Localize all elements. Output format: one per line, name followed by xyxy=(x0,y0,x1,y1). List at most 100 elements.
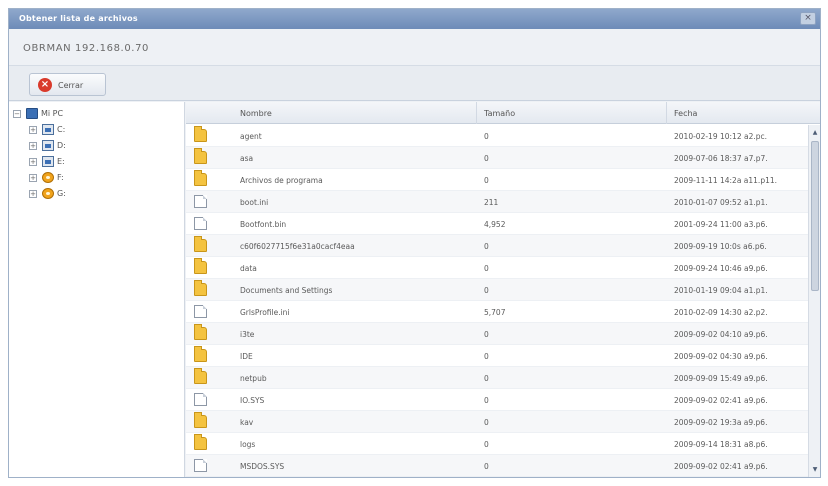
file-date-cell: 2009-09-02 04:30 a9.p6. xyxy=(674,352,768,361)
file-date-cell: 2009-09-24 10:46 a9.p6. xyxy=(674,264,768,273)
folder-icon xyxy=(194,346,207,362)
file-date-cell: 2001-09-24 11:00 a3.p6. xyxy=(674,220,768,229)
scroll-thumb[interactable] xyxy=(811,141,819,291)
table-row[interactable]: kav 0 2009-09-02 19:3a a9.p6. xyxy=(186,411,808,433)
table-row[interactable]: boot.ini 211 2010-01-07 09:52 a1.p1. xyxy=(186,191,808,213)
tree-item-drive[interactable]: + C: xyxy=(9,123,179,137)
file-date-cell: 2009-09-19 10:0s a6.p6. xyxy=(674,242,767,251)
file-list-dialog: Obtener lista de archivos × OBRMAN 192.1… xyxy=(8,8,821,478)
expand-icon[interactable]: + xyxy=(29,174,37,182)
folder-icon xyxy=(194,258,207,274)
table-row[interactable]: Archivos de programa 0 2009-11-11 14:2a a1… xyxy=(186,169,808,191)
column-header-date[interactable]: Fecha xyxy=(674,109,697,118)
file-size-cell: 0 xyxy=(484,154,489,163)
expand-icon[interactable]: + xyxy=(29,126,37,134)
close-window-button[interactable]: × xyxy=(800,12,816,25)
scroll-down-icon[interactable]: ▼ xyxy=(810,464,820,475)
file-name-cell: netpub xyxy=(240,374,267,383)
tree-item-drive[interactable]: + F: xyxy=(9,171,179,185)
column-separator[interactable] xyxy=(476,102,477,124)
table-row[interactable]: MSDOS.SYS 0 2009-09-02 02:41 a9.p6. xyxy=(186,455,808,477)
file-size-cell: 4,952 xyxy=(484,220,506,229)
tree-item-label: C: xyxy=(57,125,66,134)
file-icon xyxy=(194,195,207,208)
file-date-cell: 2010-01-19 09:04 a1.p1. xyxy=(674,286,768,295)
column-header-size[interactable]: Tamaño xyxy=(484,109,515,118)
hard-drive-icon xyxy=(42,140,54,151)
file-icon xyxy=(194,305,207,318)
expand-icon[interactable]: + xyxy=(29,158,37,166)
expand-icon[interactable]: + xyxy=(29,190,37,198)
folder-icon xyxy=(194,236,207,252)
file-size-cell: 0 xyxy=(484,374,489,383)
file-size-cell: 0 xyxy=(484,440,489,449)
cerrar-button[interactable]: × Cerrar xyxy=(29,73,106,96)
file-name-cell: boot.ini xyxy=(240,198,269,207)
file-size-cell: 0 xyxy=(484,132,489,141)
cd-drive-icon xyxy=(42,172,54,183)
hard-drive-icon xyxy=(42,124,54,135)
table-row[interactable]: data 0 2009-09-24 10:46 a9.p6. xyxy=(186,257,808,279)
tree-item-drive[interactable]: + G: xyxy=(9,187,179,201)
file-name-cell: GrlsProfile.ini xyxy=(240,308,290,317)
file-date-cell: 2009-09-02 19:3a a9.p6. xyxy=(674,418,768,427)
tree-item-drive[interactable]: + E: xyxy=(9,155,179,169)
folder-icon xyxy=(194,170,207,186)
close-icon: × xyxy=(38,78,52,92)
folder-tree: − Mi PC + C: + D: + E: + F: + G: xyxy=(9,102,185,477)
table-row[interactable]: Documents and Settings 0 2010-01-19 09:04 … xyxy=(186,279,808,301)
file-size-cell: 0 xyxy=(484,264,489,273)
tree-item-drive[interactable]: + D: xyxy=(9,139,179,153)
collapse-icon[interactable]: − xyxy=(13,110,21,118)
tree-item-root[interactable]: − Mi PC xyxy=(9,107,179,121)
toolbar: × Cerrar xyxy=(9,65,820,101)
table-row[interactable]: netpub 0 2009-09-09 15:49 a9.p6. xyxy=(186,367,808,389)
tree-item-label: G: xyxy=(57,189,66,198)
file-name-cell: Bootfont.bin xyxy=(240,220,287,229)
file-date-cell: 2010-02-19 10:12 a2.pc. xyxy=(674,132,767,141)
file-date-cell: 2010-01-07 09:52 a1.p1. xyxy=(674,198,768,207)
file-name-cell: IDE xyxy=(240,352,253,361)
tree-item-label: F: xyxy=(57,173,64,182)
file-date-cell: 2009-09-02 02:41 a9.p6. xyxy=(674,396,768,405)
table-row[interactable]: IDE 0 2009-09-02 04:30 a9.p6. xyxy=(186,345,808,367)
table-row[interactable]: agent 0 2010-02-19 10:12 a2.pc. xyxy=(186,125,808,147)
hard-drive-icon xyxy=(42,156,54,167)
file-size-cell: 0 xyxy=(484,330,489,339)
scroll-up-icon[interactable]: ▲ xyxy=(810,127,820,138)
folder-icon xyxy=(194,280,207,296)
table-row[interactable]: IO.SYS 0 2009-09-02 02:41 a9.p6. xyxy=(186,389,808,411)
vertical-scrollbar[interactable]: ▲ ▼ xyxy=(808,125,820,477)
window-title: Obtener lista de archivos xyxy=(19,14,138,23)
file-name-cell: Archivos de programa xyxy=(240,176,323,185)
file-name-cell: logs xyxy=(240,440,256,449)
expand-icon[interactable]: + xyxy=(29,142,37,150)
tree-item-label: Mi PC xyxy=(41,109,64,118)
file-name-cell: IO.SYS xyxy=(240,396,265,405)
file-size-cell: 0 xyxy=(484,176,489,185)
folder-icon xyxy=(194,324,207,340)
grid-header: Nombre Tamaño Fecha xyxy=(186,102,820,124)
file-date-cell: 2009-11-11 14:2a a11.p11. xyxy=(674,176,778,185)
tree-item-label: E: xyxy=(57,157,65,166)
file-rows: agent 0 2010-02-19 10:12 a2.pc. asa 0 2009-07… xyxy=(186,125,808,477)
file-name-cell: data xyxy=(240,264,257,273)
column-header-name[interactable]: Nombre xyxy=(240,109,272,118)
file-icon xyxy=(194,459,207,472)
folder-icon xyxy=(194,126,207,142)
table-row[interactable]: asa 0 2009-07-06 18:37 a7.p7. xyxy=(186,147,808,169)
file-date-cell: 2009-09-02 04:10 a9.p6. xyxy=(674,330,768,339)
title-bar[interactable]: Obtener lista de archivos × xyxy=(9,9,820,29)
file-size-cell: 0 xyxy=(484,242,489,251)
table-row[interactable]: logs 0 2009-09-14 18:31 a8.p6. xyxy=(186,433,808,455)
folder-icon xyxy=(194,368,207,384)
table-row[interactable]: GrlsProfile.ini 5,707 2010-02-09 14:30 a2.… xyxy=(186,301,808,323)
column-separator[interactable] xyxy=(666,102,667,124)
file-size-cell: 0 xyxy=(484,352,489,361)
file-date-cell: 2009-09-09 15:49 a9.p6. xyxy=(674,374,768,383)
table-row[interactable]: c60f6027715f6e31a0cacf4eaa 0 2009-09-19 10… xyxy=(186,235,808,257)
table-row[interactable]: Bootfont.bin 4,952 2001-09-24 11:00 a3.p6. xyxy=(186,213,808,235)
file-size-cell: 0 xyxy=(484,396,489,405)
file-icon xyxy=(194,393,207,406)
table-row[interactable]: i3te 0 2009-09-02 04:10 a9.p6. xyxy=(186,323,808,345)
